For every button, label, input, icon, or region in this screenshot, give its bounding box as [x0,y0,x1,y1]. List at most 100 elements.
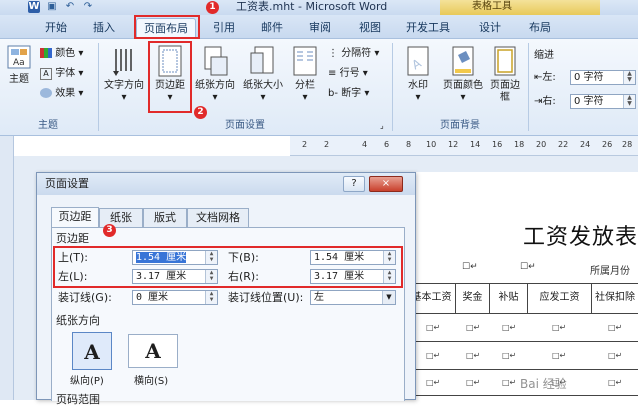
themes-icon: Aa [7,45,31,69]
indent-right-label: ⇥右: [534,96,556,107]
annotation-1: 1 [206,1,219,14]
ruler-mark: 8 [406,140,412,149]
gutter-label: 装订线(G): [58,291,112,304]
redo-icon[interactable]: ↷ [82,1,94,13]
dialog-launcher-icon[interactable]: ⌟ [380,119,384,133]
table-cell: □↵ [608,351,623,360]
themes-label: 主题 [9,74,29,85]
checkbox-mark: ☐↵ [520,262,536,272]
spinner-arrows-icon[interactable]: ▲ ▼ [205,291,217,304]
table-cell: □↵ [502,378,517,387]
page-borders-button[interactable]: 页面边框 [488,45,522,104]
title-bar: W ▣ ↶ ↷ 1 工资表.mht - Microsoft Word 表格工具 [0,0,638,15]
portrait-label: 纵向(P) [70,376,104,387]
palette-icon [40,48,52,58]
table-cell: □↵ [608,378,623,387]
tab-mailings[interactable]: 邮件 [252,18,292,39]
ruler-mark: 6 [384,140,390,149]
page-color-button[interactable]: 页面颜色 ▾ [440,45,486,104]
tab-design[interactable]: 设计 [470,18,510,39]
table-cell: □↵ [426,378,441,387]
hyphenation-icon: b- [328,88,338,99]
ribbon: Aa 主题 颜色 ▾ A 字体 ▾ 效果 ▾ 主题 文字方向 ▾ 页边距 ▾ 纸张方… [0,39,638,136]
indent-label: 缩进 [534,50,554,61]
landscape-label: 横向(S) [134,376,169,387]
horizontal-ruler[interactable]: 2 2 4 6 8 10 12 14 16 18 20 22 24 26 28 [290,136,638,156]
watermark-icon: A [407,46,429,76]
table-cell: □↵ [502,351,517,360]
spinner-arrows-icon[interactable]: ▲ ▼ [623,95,635,108]
tab-layout[interactable]: 版式 [143,208,187,227]
themes-button[interactable]: Aa 主题 [4,45,34,86]
theme-fonts-label: 字体 [55,68,76,79]
highlight-margin-fields [53,246,403,288]
annotation-2: 2 [194,106,207,119]
line-numbers-button[interactable]: ≡ 行号 ▾ [328,67,368,81]
ruler-mark: 24 [580,140,591,149]
dropdown-arrow-icon: ▾ [121,92,127,103]
highlight-margins-button [148,41,192,113]
annotation-3: 3 [103,224,116,237]
table-cell: □↵ [466,351,481,360]
portrait-icon: A [84,340,100,364]
dropdown-arrow-icon: ▾ [260,92,266,103]
gutter-position-select[interactable]: 左 ▼ [310,290,396,305]
spinner-arrows-icon[interactable]: ▲ ▼ [623,71,635,84]
gutter-input[interactable]: 0 厘米 ▲ ▼ [132,290,218,305]
section-page-range: 页码范围 [56,393,100,406]
page-borders-icon [494,46,516,76]
table-border [408,313,638,314]
save-icon[interactable]: ▣ [46,1,58,13]
tab-references[interactable]: 引用 [204,18,244,39]
ruler-mark: 10 [426,140,437,149]
tab-layout[interactable]: 布局 [520,18,560,39]
chevron-down-icon[interactable]: ▼ [382,291,395,304]
page-size-button[interactable]: 纸张大小 ▾ [240,45,286,104]
tab-doc-grid[interactable]: 文档网格 [187,208,249,227]
theme-fonts-button[interactable]: A 字体 ▾ [40,67,83,81]
hyphenation-button[interactable]: b- 断字 ▾ [328,87,369,101]
theme-effects-button[interactable]: 效果 ▾ [40,87,83,101]
breaks-button[interactable]: ⋮ 分隔符 ▾ [328,47,379,61]
tab-home[interactable]: 开始 [36,18,76,39]
ruler-mark: 26 [602,140,613,149]
word-logo-icon[interactable]: W [28,1,40,13]
table-cell: □↵ [552,323,567,332]
portrait-option[interactable]: A [72,332,112,370]
tab-margins[interactable]: 页边距 [51,207,99,227]
group-label-page-setup: 页面设置 [225,120,265,131]
table-border [408,341,638,342]
orientation-label: 纸张方向 [195,80,235,91]
ruler-mark: 2 [324,140,330,149]
undo-icon[interactable]: ↶ [64,1,76,13]
watermark-label: 水印 [408,80,428,91]
orientation-button[interactable]: 纸张方向 ▾ [192,45,238,104]
ruler-mark: 16 [492,140,503,149]
quick-access-toolbar: W ▣ ↶ ↷ [28,0,94,14]
ruler-mark: 18 [514,140,525,149]
breaks-label: 分隔符 [341,48,372,59]
dropdown-arrow-icon: ▾ [460,92,466,103]
tab-review[interactable]: 审阅 [300,18,340,39]
text-direction-button[interactable]: 文字方向 ▾ [102,45,146,104]
vertical-ruler[interactable] [0,136,14,400]
tab-insert[interactable]: 插入 [84,18,124,39]
close-button[interactable]: × [369,176,403,192]
tab-view[interactable]: 视图 [350,18,390,39]
indent-right-input[interactable]: 0 字符 ▲ ▼ [570,94,636,109]
columns-button[interactable]: 分栏 ▾ [290,45,320,104]
theme-colors-label: 颜色 [55,48,76,59]
table-cell: □↵ [426,351,441,360]
month-label: 所属月份 [590,266,630,277]
dropdown-arrow-icon: ▾ [302,92,308,103]
watermark-button[interactable]: A 水印 ▾ [398,45,438,104]
help-button[interactable]: ? [343,176,365,192]
group-separator [528,43,529,131]
theme-colors-button[interactable]: 颜色 ▾ [40,47,83,61]
highlight-page-layout-tab [134,15,200,39]
indent-left-input[interactable]: 0 字符 ▲ ▼ [570,70,636,85]
landscape-option[interactable]: A [128,334,178,368]
tab-developer[interactable]: 开发工具 [398,18,458,39]
ruler-mark: 2 [302,140,308,149]
line-numbers-icon: ≡ [328,68,337,79]
